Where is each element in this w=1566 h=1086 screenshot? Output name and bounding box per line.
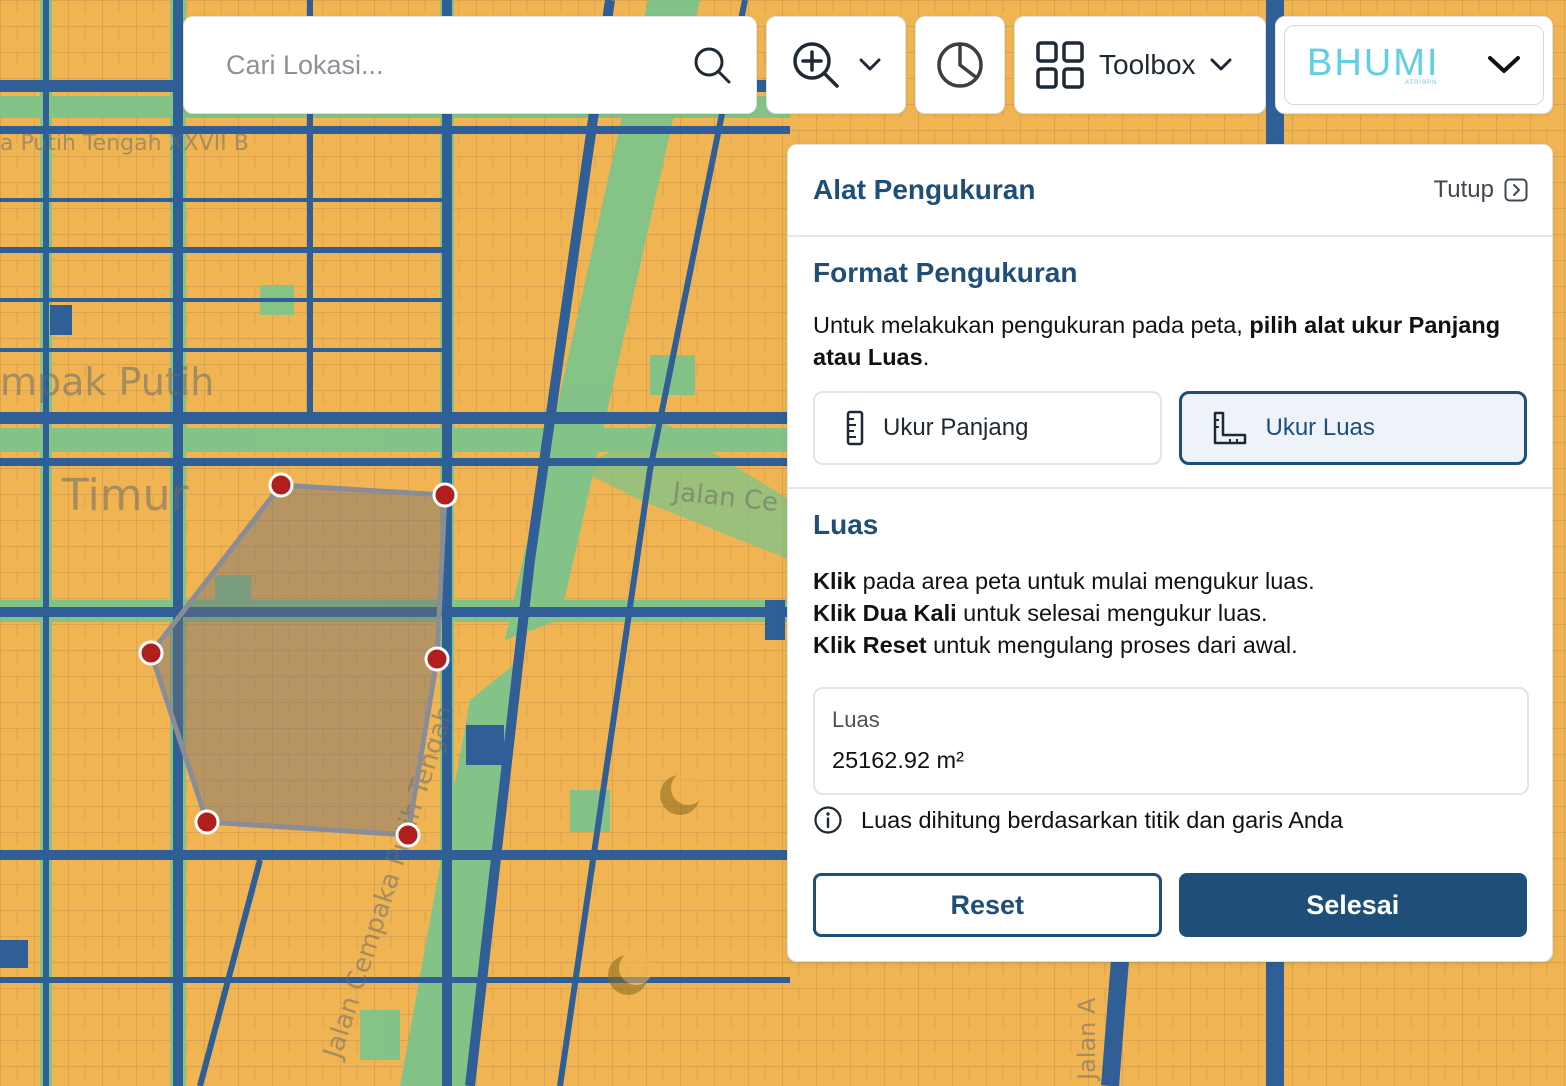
info-text: Luas dihitung berdasarkan titik dan gari… [861, 806, 1344, 833]
info-icon [814, 806, 842, 834]
brand-subtitle: ATR/BPN [1404, 80, 1438, 86]
format-section: Format Pengukuran Untuk melakukan penguk… [788, 237, 1552, 489]
search-icon[interactable] [692, 45, 732, 85]
bhumi-logo: BHUMI ATR/BPN [1307, 44, 1439, 86]
zoom-dropdown-button[interactable] [766, 16, 906, 114]
chevron-down-icon [859, 58, 881, 71]
selesai-button[interactable]: Selesai [1178, 873, 1527, 937]
luas-section: Luas Klik pada area peta untuk mulai men… [788, 489, 1552, 937]
vertex-point[interactable] [268, 472, 294, 498]
measure-tabs: Ukur Panjang Ukur Luas [813, 391, 1527, 465]
chevron-right-icon [1504, 178, 1528, 202]
close-button[interactable]: Tutup [1434, 176, 1528, 204]
brand-name: BHUMI [1307, 42, 1440, 84]
format-title: Format Pengukuran [813, 257, 1078, 288]
panel-title: Alat Pengukuran [813, 174, 1036, 205]
luas-title: Luas [813, 509, 879, 540]
vertex-point[interactable] [138, 640, 164, 666]
grid-icon [1036, 41, 1084, 89]
vertex-point[interactable] [424, 646, 450, 672]
area-result-label: Luas [832, 707, 880, 732]
reset-button[interactable]: Reset [813, 873, 1162, 937]
zoom-in-icon [793, 42, 839, 88]
ruler-icon [846, 410, 864, 446]
statistics-button[interactable] [915, 16, 1005, 114]
app-switcher: BHUMI ATR/BPN [1275, 16, 1553, 114]
instruction-line: Klik Reset untuk mengulang proses dari a… [813, 632, 1298, 658]
pie-chart-icon [937, 42, 983, 88]
area-result-value: 25162.92 m² [832, 747, 964, 773]
tab-label: Ukur Luas [1265, 414, 1375, 441]
tab-ukur-luas[interactable]: Ukur Luas [1178, 391, 1527, 465]
close-label: Tutup [1433, 176, 1494, 203]
toolbox-dropdown-button[interactable]: Toolbox [1014, 16, 1266, 114]
area-ruler-icon [1213, 411, 1246, 445]
measurement-panel: Alat Pengukuran Tutup Format Pengukuran … [787, 144, 1553, 962]
street-label-cempaka-putih: mpak Putih [0, 360, 214, 404]
action-buttons: Reset Selesai [813, 873, 1527, 937]
format-description: Untuk melakukan pengukuran pada peta, pi… [813, 312, 1501, 370]
chevron-down-icon [1488, 56, 1520, 73]
street-label-jalan-a: Jalan A [1073, 997, 1101, 1082]
info-note: Luas dihitung berdasarkan titik dan gari… [813, 805, 1527, 835]
panel-header: Alat Pengukuran Tutup [788, 145, 1552, 237]
vertex-point[interactable] [432, 482, 458, 508]
tab-ukur-panjang[interactable]: Ukur Panjang [813, 391, 1162, 465]
instruction-line: Klik pada area peta untuk mulai mengukur… [813, 568, 1315, 594]
street-label-xxvii: a Putih Tengah XXVII B [0, 131, 249, 156]
instructions: Klik pada area peta untuk mulai mengukur… [813, 565, 1527, 661]
vertex-point[interactable] [194, 809, 220, 835]
chevron-down-icon [1210, 58, 1232, 71]
search-input[interactable] [224, 48, 668, 82]
tab-label: Ukur Panjang [883, 414, 1029, 441]
search-bar [183, 16, 757, 114]
instruction-line: Klik Dua Kali untuk selesai mengukur lua… [813, 600, 1268, 626]
street-label-timur: Timur [61, 470, 189, 521]
app-switcher-dropdown[interactable]: BHUMI ATR/BPN [1284, 25, 1544, 105]
area-result-box: Luas 25162.92 m² [813, 687, 1529, 795]
vertex-point[interactable] [395, 822, 421, 848]
toolbox-label: Toolbox [1099, 49, 1196, 80]
